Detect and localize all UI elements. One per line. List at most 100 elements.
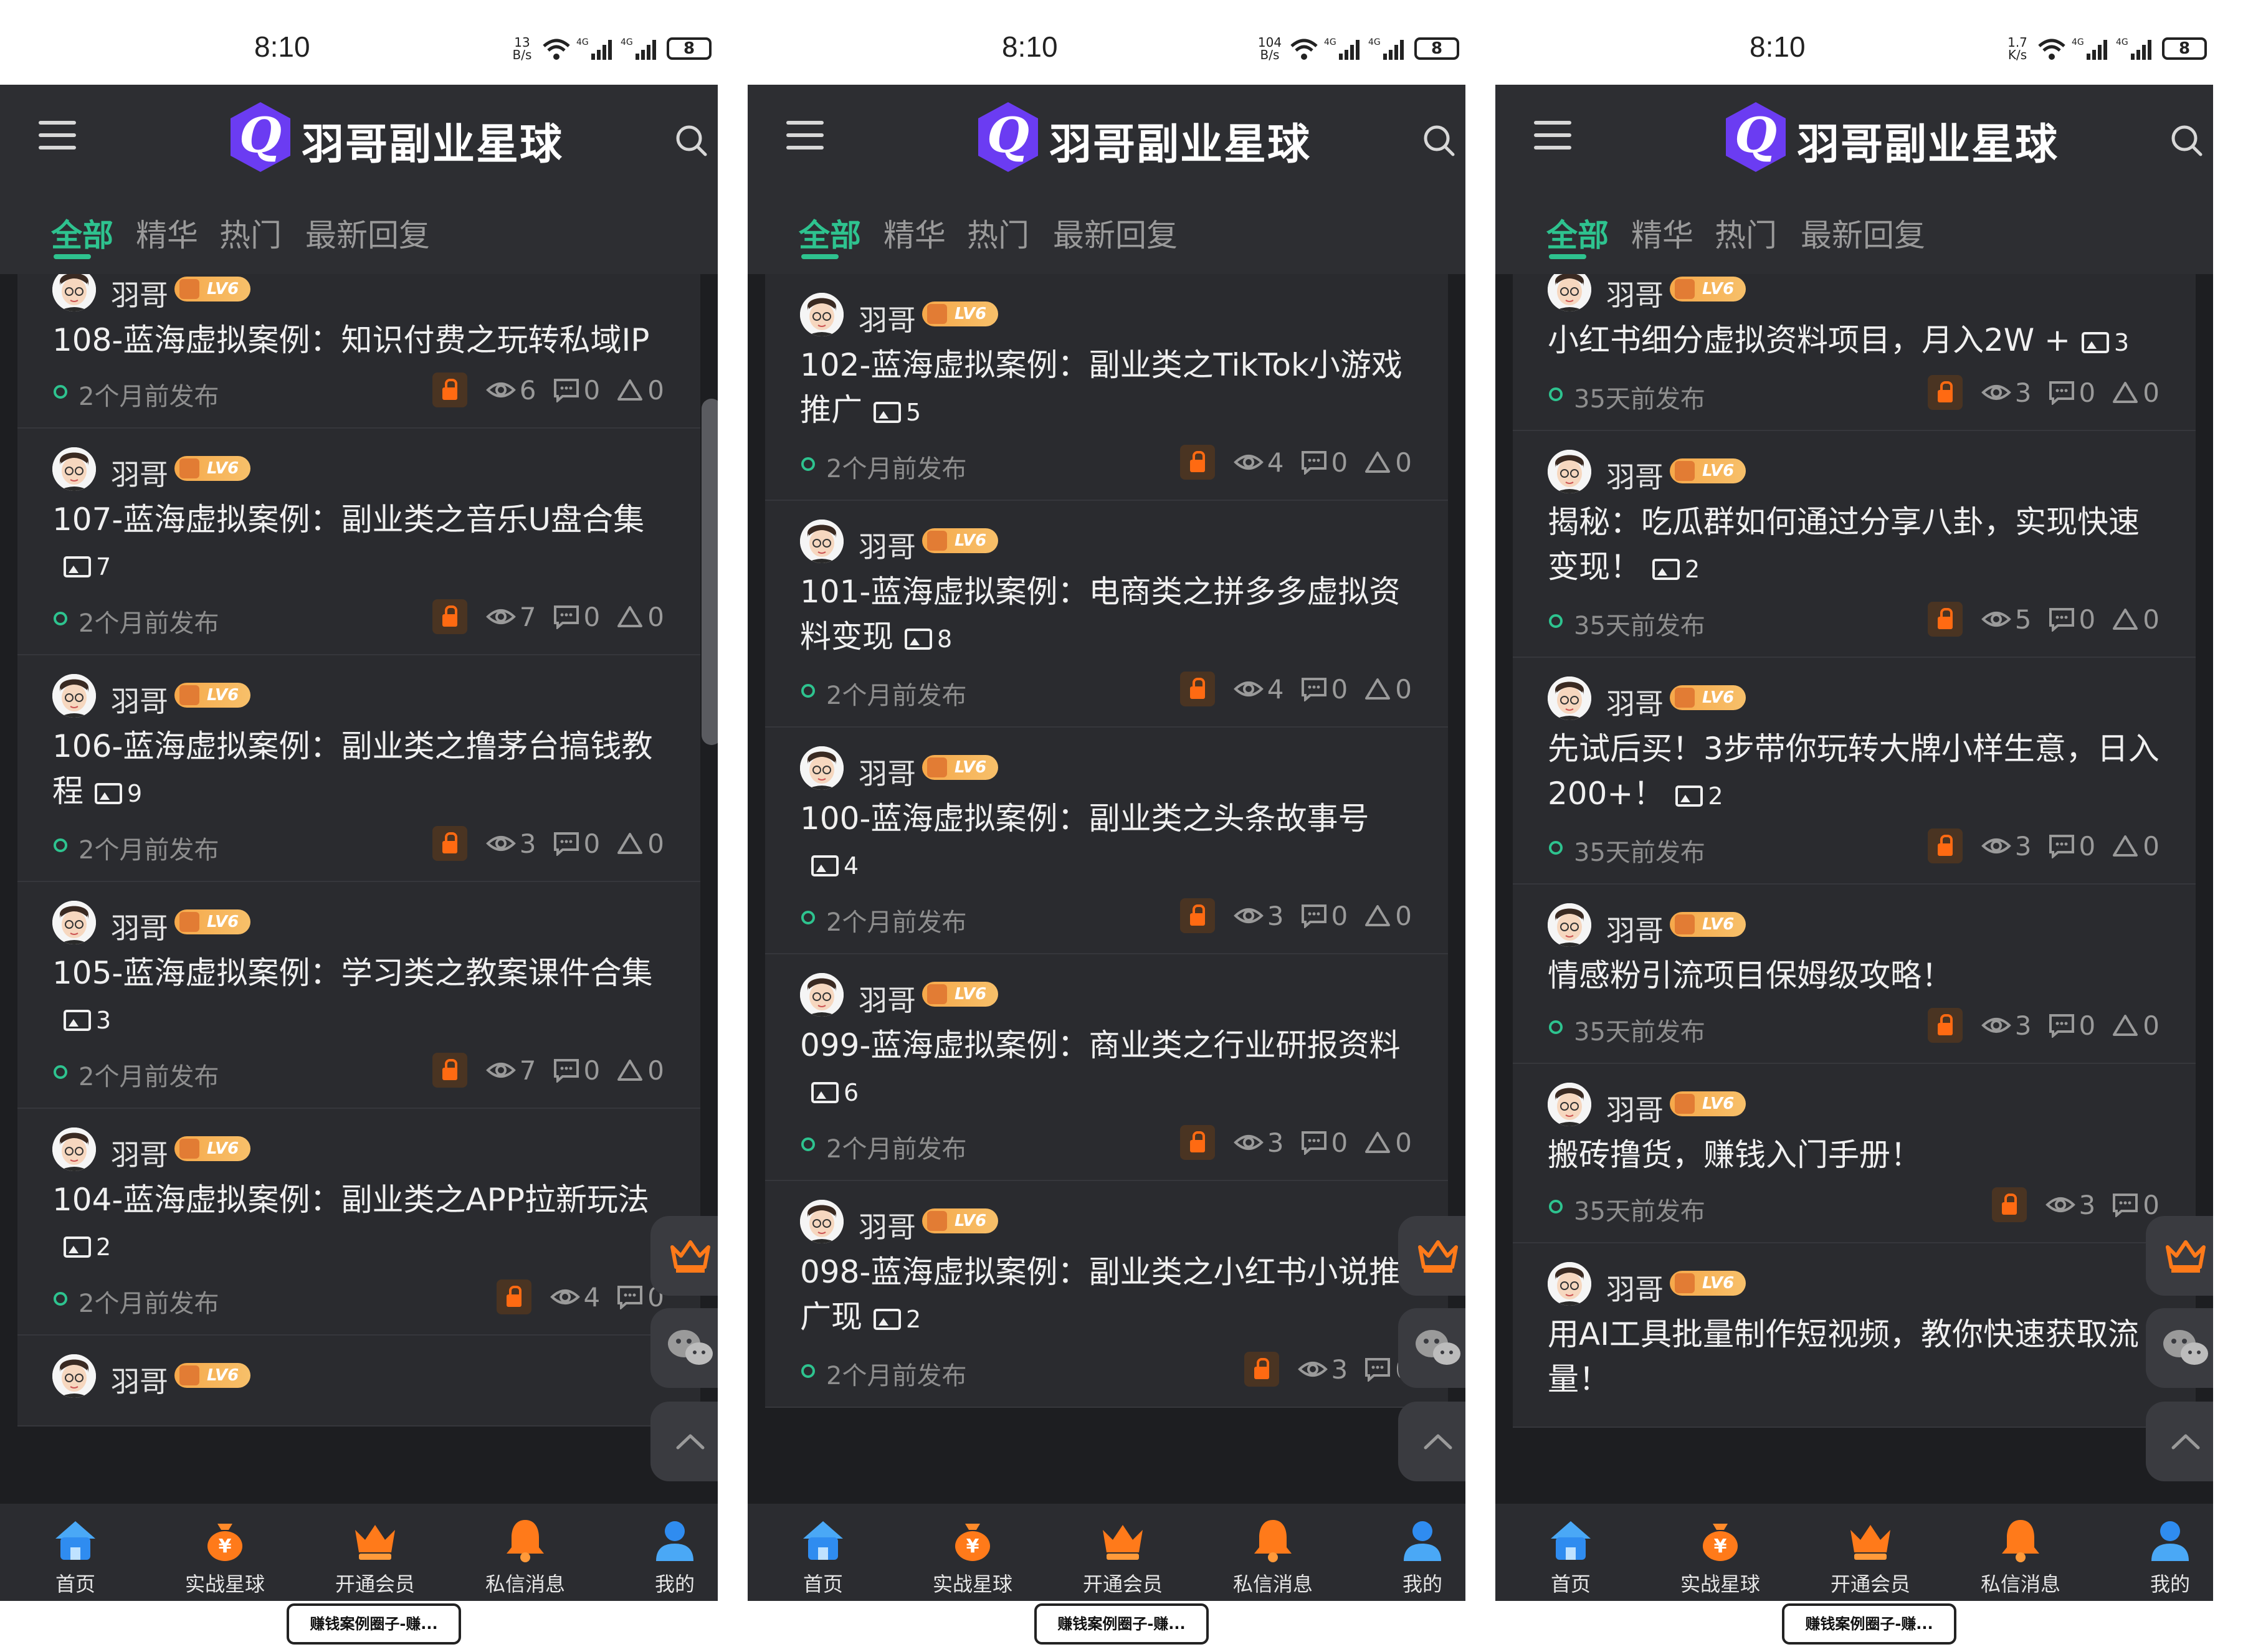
post-card[interactable]: 羽哥 LV6 情感粉引流项目保姆级攻略！ 35天前发布 3 0 0 — [1513, 885, 2196, 1064]
comment-count[interactable]: 0 — [1300, 447, 1348, 478]
post-feed[interactable]: 羽哥 LV6 108-蓝海虚拟案例：知识付费之玩转私域IP 2个月前发布 6 0 0 羽哥 LV… — [0, 274, 718, 1504]
post-card[interactable]: 羽哥 LV6 — [17, 1336, 700, 1427]
like-count[interactable]: 0 — [2112, 377, 2160, 408]
like-count[interactable]: 0 — [616, 828, 664, 859]
comment-count[interactable]: 0 — [553, 602, 600, 632]
author-name[interactable]: 羽哥 — [1606, 681, 1664, 723]
post-feed[interactable]: 羽哥 LV6 102-蓝海虚拟案例：副业类之TikTok小游戏推广 5 2个月前发布 4 0… — [748, 274, 1465, 1504]
avatar[interactable] — [800, 520, 844, 563]
avatar[interactable] — [1548, 274, 1591, 311]
post-card[interactable]: 羽哥 LV6 106-蓝海虚拟案例：副业类之撸茅台搞钱教程 9 2个月前发布 3 0 0 — [17, 655, 700, 882]
author-name[interactable]: 羽哥 — [859, 751, 916, 792]
nav-practice-planet[interactable]: ¥ 实战星球 — [1674, 1515, 1767, 1597]
comment-count[interactable]: 0 — [2048, 377, 2095, 408]
post-title[interactable]: 105-蓝海虚拟案例：学习类之教案课件合集 3 — [52, 947, 668, 1043]
post-title[interactable]: 100-蓝海虚拟案例：副业类之头条故事号 4 — [800, 792, 1416, 888]
wechat-float-button[interactable] — [1398, 1308, 1465, 1388]
author-name[interactable]: 羽哥 — [859, 298, 916, 339]
post-title[interactable]: 102-蓝海虚拟案例：副业类之TikTok小游戏推广 5 — [800, 339, 1416, 435]
nav-membership[interactable]: 开通会员 — [1824, 1515, 1917, 1597]
nav-membership[interactable]: 开通会员 — [328, 1515, 422, 1597]
like-count[interactable]: 0 — [2112, 831, 2160, 862]
avatar[interactable] — [52, 274, 96, 311]
post-card[interactable]: 羽哥 LV6 107-蓝海虚拟案例：副业类之音乐U盘合集 7 2个月前发布 7 0 0 — [17, 429, 700, 655]
post-card[interactable]: 羽哥 LV6 104-蓝海虚拟案例：副业类之APP拉新玩法2 2个月前发布 4 0 — [17, 1109, 700, 1336]
post-title[interactable]: 情感粉引流项目保姆级攻略！ — [1548, 949, 2163, 998]
nav-messages[interactable]: 私信消息 — [1226, 1515, 1320, 1597]
avatar[interactable] — [800, 293, 844, 336]
nav-practice-planet[interactable]: ¥ 实战星球 — [178, 1515, 272, 1597]
post-card[interactable]: 羽哥 LV6 用AI工具批量制作短视频，教你快速获取流量！ — [1513, 1243, 2196, 1428]
tab-latest-reply[interactable]: 最新回复 — [305, 211, 430, 255]
post-card[interactable]: 羽哥 LV6 102-蓝海虚拟案例：副业类之TikTok小游戏推广 5 2个月前发布 4 0… — [765, 274, 1448, 501]
avatar[interactable] — [1548, 903, 1591, 947]
nav-profile[interactable]: 我的 — [2123, 1515, 2213, 1597]
tab-hot[interactable]: 热门 — [967, 211, 1029, 255]
search-icon[interactable] — [674, 123, 709, 158]
avatar[interactable] — [1548, 1083, 1591, 1126]
vip-float-button[interactable] — [650, 1216, 718, 1296]
task-label[interactable]: 赚钱案例圈子-赚... — [1782, 1603, 1956, 1645]
author-name[interactable]: 羽哥 — [111, 1132, 168, 1174]
post-title[interactable]: 揭秘：吃瓜群如何通过分享八卦，实现快速变现！ 2 — [1548, 496, 2163, 592]
post-card[interactable]: 羽哥 LV6 105-蓝海虚拟案例：学习类之教案课件合集 3 2个月前发布 7 0 0 — [17, 882, 700, 1109]
avatar[interactable] — [52, 1354, 96, 1398]
nav-home[interactable]: 首页 — [29, 1515, 122, 1597]
post-title[interactable]: 搬砖撸货，赚钱入门手册！ — [1548, 1129, 2163, 1177]
menu-icon[interactable] — [786, 121, 824, 153]
like-count[interactable]: 0 — [1364, 447, 1412, 478]
menu-icon[interactable] — [39, 121, 76, 153]
like-count[interactable]: 0 — [1364, 1127, 1412, 1158]
post-card[interactable]: 羽哥 LV6 101-蓝海虚拟案例：电商类之拼多多虚拟资料变现 8 2个月前发布 4 0 0 — [765, 501, 1448, 728]
comment-count[interactable]: 0 — [1300, 674, 1348, 705]
comment-count[interactable]: 0 — [2048, 831, 2095, 862]
nav-practice-planet[interactable]: ¥ 实战星球 — [926, 1515, 1019, 1597]
like-count[interactable]: 0 — [1364, 674, 1412, 705]
avatar[interactable] — [52, 901, 96, 944]
avatar[interactable] — [1548, 450, 1591, 493]
post-card[interactable]: 羽哥 LV6 搬砖撸货，赚钱入门手册！ 35天前发布 3 0 — [1513, 1064, 2196, 1243]
nav-messages[interactable]: 私信消息 — [479, 1515, 572, 1597]
back-to-top-button[interactable] — [650, 1402, 718, 1481]
tab-latest-reply[interactable]: 最新回复 — [1801, 211, 1925, 255]
tab-featured[interactable]: 精华 — [883, 211, 946, 255]
nav-home[interactable]: 首页 — [776, 1515, 870, 1597]
comment-count[interactable]: 0 — [2048, 1010, 2095, 1041]
tab-all[interactable]: 全部 — [1546, 211, 1609, 255]
nav-home[interactable]: 首页 — [1524, 1515, 1617, 1597]
author-name[interactable]: 羽哥 — [1606, 1088, 1664, 1129]
author-name[interactable]: 羽哥 — [1606, 1267, 1664, 1308]
like-count[interactable]: 0 — [2112, 1010, 2160, 1041]
post-title[interactable]: 用AI工具批量制作短视频，教你快速获取流量！ — [1548, 1308, 2163, 1402]
post-title[interactable]: 先试后买！3步带你玩转大牌小样生意，日入200+！ 2 — [1548, 723, 2163, 819]
tab-featured[interactable]: 精华 — [1631, 211, 1693, 255]
menu-icon[interactable] — [1534, 121, 1571, 153]
comment-count[interactable]: 0 — [553, 1055, 600, 1086]
author-name[interactable]: 羽哥 — [859, 1205, 916, 1246]
comment-count[interactable]: 0 — [553, 375, 600, 406]
search-icon[interactable] — [1422, 123, 1457, 158]
back-to-top-button[interactable] — [2146, 1402, 2213, 1481]
vip-float-button[interactable] — [1398, 1216, 1465, 1296]
author-name[interactable]: 羽哥 — [111, 906, 168, 947]
tab-latest-reply[interactable]: 最新回复 — [1053, 211, 1178, 255]
avatar[interactable] — [800, 1200, 844, 1243]
author-name[interactable]: 羽哥 — [859, 978, 916, 1019]
nav-membership[interactable]: 开通会员 — [1076, 1515, 1169, 1597]
nav-profile[interactable]: 我的 — [628, 1515, 718, 1597]
back-to-top-button[interactable] — [1398, 1402, 1465, 1481]
post-card[interactable]: 羽哥 LV6 108-蓝海虚拟案例：知识付费之玩转私域IP 2个月前发布 6 0 0 — [17, 274, 700, 429]
avatar[interactable] — [800, 746, 844, 790]
vip-float-button[interactable] — [2146, 1216, 2213, 1296]
post-card[interactable]: 羽哥 LV6 100-蓝海虚拟案例：副业类之头条故事号 4 2个月前发布 3 0 0 — [765, 728, 1448, 954]
avatar[interactable] — [1548, 676, 1591, 720]
task-label[interactable]: 赚钱案例圈子-赚... — [1034, 1603, 1209, 1645]
avatar[interactable] — [1548, 1262, 1591, 1306]
post-card[interactable]: 羽哥 LV6 揭秘：吃瓜群如何通过分享八卦，实现快速变现！ 2 35天前发布 5 0 0 — [1513, 431, 2196, 658]
author-name[interactable]: 羽哥 — [111, 1359, 168, 1400]
comment-count[interactable]: 0 — [2112, 1190, 2160, 1220]
post-title[interactable]: 101-蓝海虚拟案例：电商类之拼多多虚拟资料变现 8 — [800, 566, 1416, 662]
post-title[interactable]: 099-蓝海虚拟案例：商业类之行业研报资料 6 — [800, 1019, 1416, 1115]
task-label[interactable]: 赚钱案例圈子-赚... — [287, 1603, 461, 1645]
comment-count[interactable]: 0 — [2048, 604, 2095, 635]
